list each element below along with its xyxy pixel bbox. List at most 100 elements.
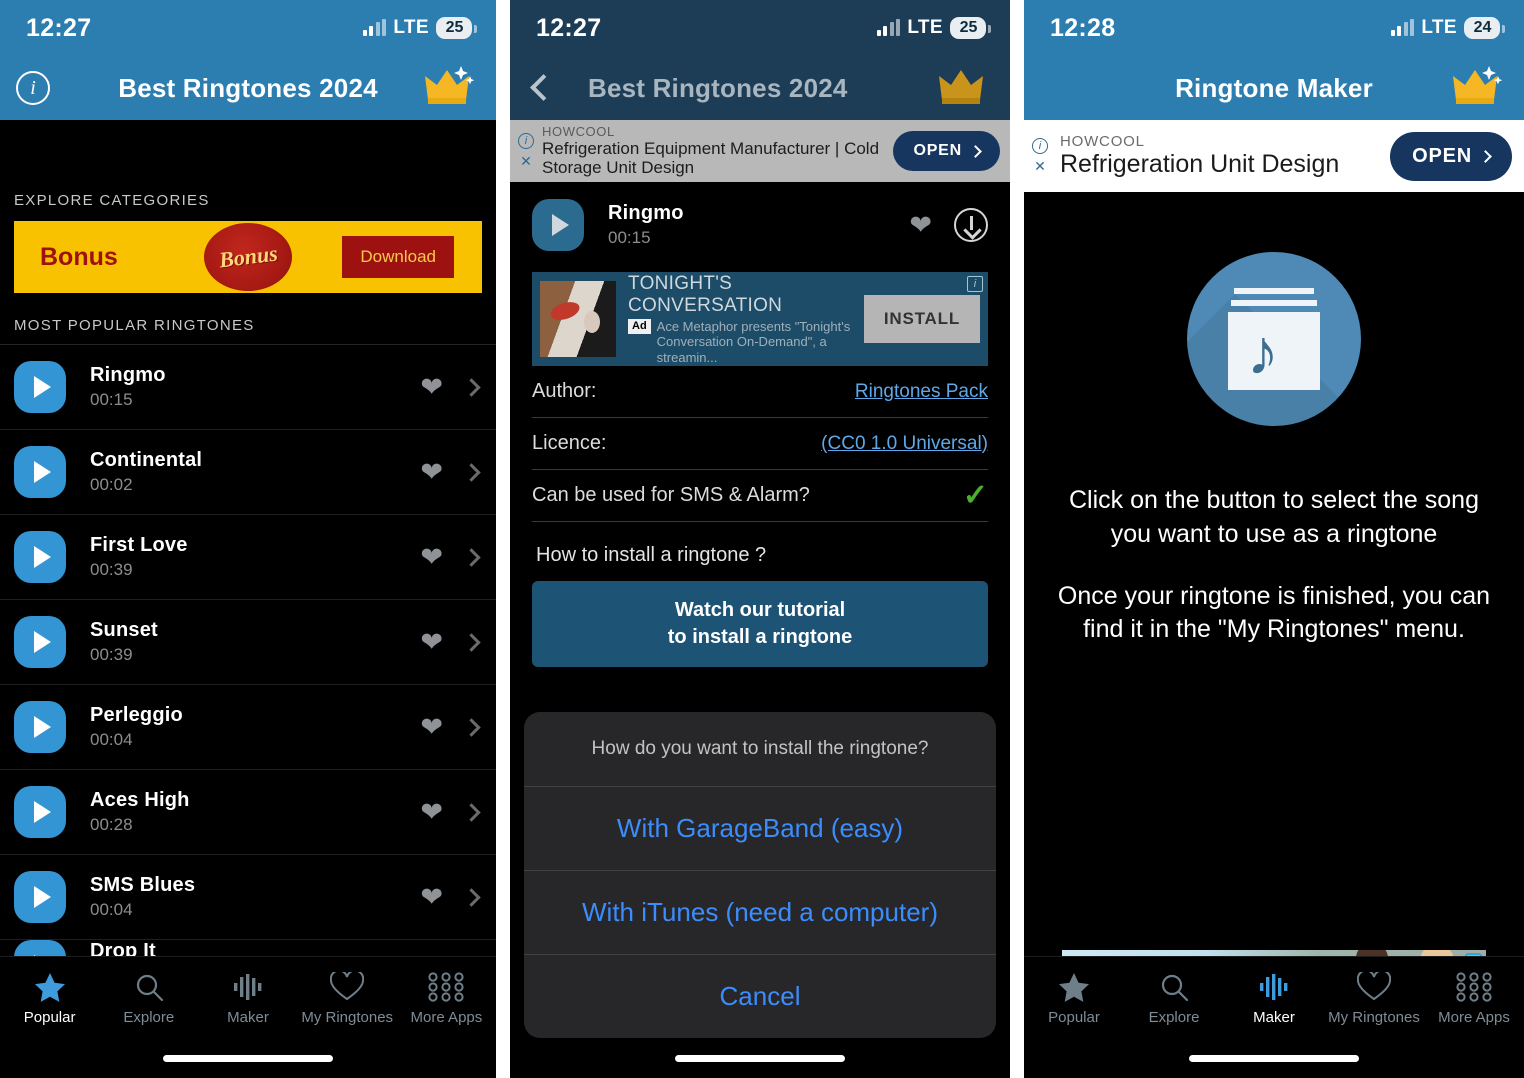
ringtone-row[interactable]: SMS Blues 00:04 ❤ xyxy=(0,855,496,940)
tab-label: More Apps xyxy=(410,1009,483,1026)
favorite-heart-icon[interactable]: ❤ xyxy=(420,372,443,403)
download-button[interactable]: Download xyxy=(342,236,454,278)
play-button[interactable] xyxy=(14,446,66,498)
status-bar: 12:28 LTE 24 xyxy=(1024,0,1524,56)
ad-install-button[interactable]: INSTALL xyxy=(863,295,980,343)
tab-explore[interactable]: Explore xyxy=(1124,971,1224,1026)
ringtone-duration: 00:28 xyxy=(90,815,133,834)
track-title: Ringmo xyxy=(608,202,684,224)
chevron-left-icon[interactable] xyxy=(526,73,556,103)
maker-paragraph-1: Click on the button to select the song y… xyxy=(1069,486,1479,548)
favorite-heart-icon[interactable]: ❤ xyxy=(420,457,443,488)
admob-banner[interactable]: i ✕ HOWCOOL Refrigeration Unit Design OP… xyxy=(1024,120,1524,192)
info-circle-icon[interactable]: i xyxy=(16,71,50,105)
play-button[interactable] xyxy=(14,871,66,923)
ringtone-title: Ringmo xyxy=(90,364,166,386)
play-button[interactable] xyxy=(14,616,66,668)
battery-indicator: 25 xyxy=(950,17,991,39)
heart-icon xyxy=(330,971,365,1003)
ringtone-title: Continental xyxy=(90,449,203,471)
detail-key: Licence: xyxy=(532,432,607,454)
action-sheet-option-itunes[interactable]: With iTunes (need a computer) xyxy=(524,871,996,955)
maker-paragraph-2: Once your ringtone is finished, you can … xyxy=(1057,581,1491,644)
favorite-heart-icon[interactable]: ❤ xyxy=(909,210,932,241)
play-button[interactable] xyxy=(14,701,66,753)
play-button[interactable] xyxy=(14,786,66,838)
music-card-icon[interactable]: ♪ xyxy=(1187,252,1361,426)
detail-link[interactable]: (CC0 1.0 Universal) xyxy=(821,433,988,455)
admob-banner[interactable]: i ✕ HOWCOOL Refrigeration Equipment Manu… xyxy=(510,120,1010,182)
ad-description: Ace Metaphor presents "Tonight's Convers… xyxy=(656,319,851,365)
tab-explore[interactable]: Explore xyxy=(99,971,198,1026)
detail-key: Author: xyxy=(532,380,597,402)
tab-my-ringtones[interactable]: My Ringtones xyxy=(298,971,397,1026)
nav-bar: i Best Ringtones 2024 xyxy=(0,56,496,120)
battery-indicator: 25 xyxy=(436,17,477,39)
ringtone-row[interactable]: Perleggio 00:04 ❤ xyxy=(0,685,496,770)
ad-choices-icon[interactable]: i xyxy=(967,276,983,292)
tab-maker[interactable]: Maker xyxy=(198,971,297,1026)
admob-open-button[interactable]: OPEN xyxy=(1390,131,1512,181)
status-indicators: LTE 24 xyxy=(1390,17,1505,39)
ringtone-duration: 00:39 xyxy=(90,645,133,664)
signal-bars-icon xyxy=(876,19,901,36)
maker-instructions: Click on the button to select the song y… xyxy=(1024,484,1524,647)
ringtone-row[interactable]: Continental 00:02 ❤ xyxy=(0,430,496,515)
favorite-heart-icon[interactable]: ❤ xyxy=(420,712,443,743)
battery-indicator: 24 xyxy=(1464,17,1505,39)
close-icon[interactable]: ✕ xyxy=(1032,158,1048,174)
chevron-right-icon xyxy=(462,377,481,397)
tab-popular[interactable]: Popular xyxy=(0,971,99,1026)
download-icon[interactable] xyxy=(954,208,988,242)
play-button[interactable] xyxy=(14,361,66,413)
ringtone-text: Ringmo 00:15 xyxy=(90,364,420,410)
tab-maker[interactable]: Maker xyxy=(1224,971,1324,1026)
close-icon[interactable]: ✕ xyxy=(518,153,534,169)
detail-info-row[interactable]: Author: Ringtones Pack xyxy=(532,366,988,418)
popular-body: EXPLORE CATEGORIES Bonus Bonus Download … xyxy=(0,120,496,1078)
ad-info-icon[interactable]: i xyxy=(518,133,534,149)
tab-more-apps[interactable]: More Apps xyxy=(1424,971,1524,1026)
detail-info-row: Can be used for SMS & Alarm? ✓ xyxy=(532,470,988,522)
admob-open-button[interactable]: OPEN xyxy=(893,131,1000,171)
tab-label: Popular xyxy=(1048,1009,1100,1026)
ringtone-row[interactable]: Sunset 00:39 ❤ xyxy=(0,600,496,685)
crown-icon[interactable] xyxy=(934,62,990,113)
ringtone-row[interactable]: Ringmo 00:15 ❤ xyxy=(0,345,496,430)
detail-link[interactable]: Ringtones Pack xyxy=(855,381,988,403)
bonus-banner[interactable]: Bonus Bonus Download xyxy=(14,221,482,293)
crown-icon[interactable] xyxy=(1448,62,1504,113)
bonus-logo-text: Bonus xyxy=(217,240,279,273)
tab-more-apps[interactable]: More Apps xyxy=(397,971,496,1026)
action-sheet-option-garageband[interactable]: With GarageBand (easy) xyxy=(524,787,996,871)
most-popular-label: MOST POPULAR RINGTONES xyxy=(14,317,255,334)
ringtone-row[interactable]: First Love 00:39 ❤ xyxy=(0,515,496,600)
play-button[interactable] xyxy=(532,199,584,251)
ringtone-title: Perleggio xyxy=(90,704,183,726)
screenshot-triptych: 12:27 LTE 25 i Best Ringtones 2024 EXPLO… xyxy=(0,0,1524,1078)
tab-popular[interactable]: Popular xyxy=(1024,971,1124,1026)
tab-my-ringtones[interactable]: My Ringtones xyxy=(1324,971,1424,1026)
favorite-heart-icon[interactable]: ❤ xyxy=(420,627,443,658)
ad-info-icon[interactable]: i xyxy=(1032,138,1048,154)
screen-ringtone-detail: 12:27 LTE 25 Best Ringtones 2024 i ✕ HOW… xyxy=(510,0,1010,1078)
admob-brand: HOWCOOL xyxy=(1060,132,1145,150)
home-indicator xyxy=(163,1055,333,1062)
track-row[interactable]: Ringmo 00:15 ❤ xyxy=(510,182,1010,268)
star-icon xyxy=(1058,971,1090,1003)
ringtone-text: Continental 00:02 xyxy=(90,449,420,495)
action-sheet-cancel[interactable]: Cancel xyxy=(524,955,996,1038)
play-button[interactable] xyxy=(14,531,66,583)
crown-icon[interactable] xyxy=(420,62,476,113)
signal-bars-icon xyxy=(1390,19,1415,36)
icon-line-top xyxy=(1234,288,1314,294)
favorite-heart-icon[interactable]: ❤ xyxy=(420,882,443,913)
watch-tutorial-button[interactable]: Watch our tutorial to install a ringtone xyxy=(532,581,988,667)
favorite-heart-icon[interactable]: ❤ xyxy=(420,542,443,573)
detail-info-row[interactable]: Licence: (CC0 1.0 Universal) xyxy=(532,418,988,470)
favorite-heart-icon[interactable]: ❤ xyxy=(420,797,443,828)
ringtone-row[interactable]: Aces High 00:28 ❤ xyxy=(0,770,496,855)
play-icon xyxy=(552,214,569,236)
interstitial-ad-card[interactable]: TONIGHT'S CONVERSATION Ad Ace Metaphor p… xyxy=(532,272,988,366)
chevron-right-icon xyxy=(462,802,481,822)
